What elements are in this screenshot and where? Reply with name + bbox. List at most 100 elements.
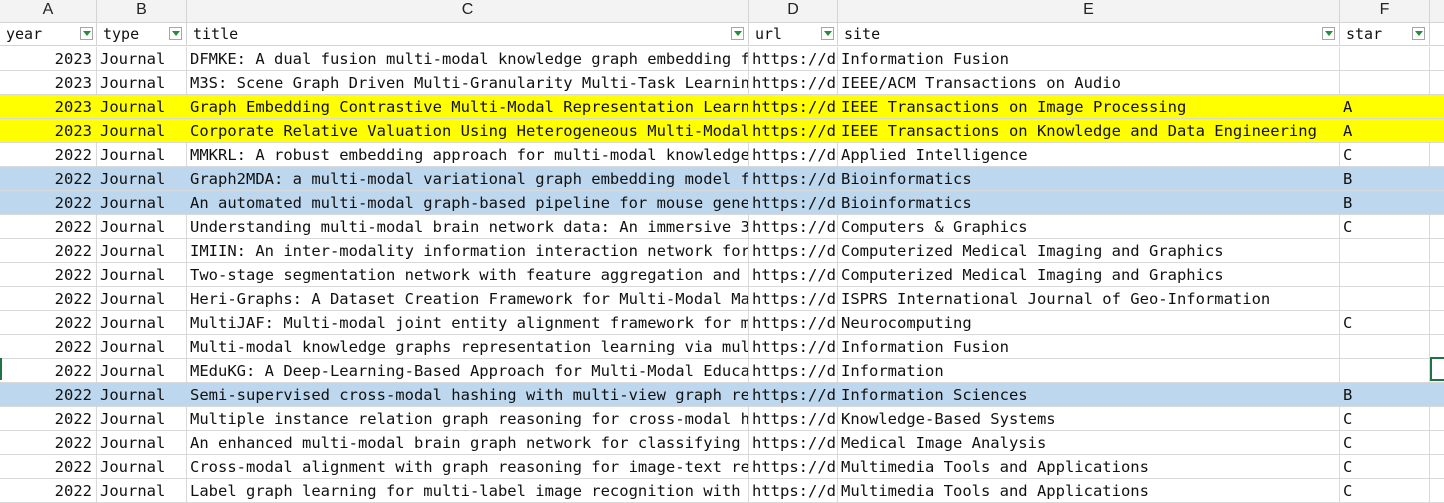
- cell-site[interactable]: Multimedia Tools and Applications: [838, 455, 1340, 478]
- cell-url[interactable]: https://db: [749, 191, 838, 214]
- cell-star[interactable]: B: [1340, 167, 1430, 190]
- cell-type[interactable]: Journal: [97, 167, 187, 190]
- column-letter-a[interactable]: A: [0, 0, 97, 22]
- header-cell-site[interactable]: site: [838, 23, 1340, 45]
- cell-type[interactable]: Journal: [97, 119, 187, 142]
- cell-site[interactable]: Information Sciences: [838, 383, 1340, 406]
- cell-title[interactable]: MEduKG: A Deep-Learning-Based Approach f…: [187, 359, 749, 382]
- cell-title[interactable]: Corporate Relative Valuation Using Heter…: [187, 119, 749, 142]
- cell-title[interactable]: MMKRL: A robust embedding approach for m…: [187, 143, 749, 166]
- cell-star[interactable]: A: [1340, 95, 1430, 118]
- cell-site[interactable]: Computerized Medical Imaging and Graphic…: [838, 263, 1340, 286]
- cell-site[interactable]: IEEE/ACM Transactions on Audio: [838, 71, 1340, 94]
- cell-site[interactable]: Computerized Medical Imaging and Graphic…: [838, 239, 1340, 262]
- cell-type[interactable]: Journal: [97, 335, 187, 358]
- cell-title[interactable]: M3S: Scene Graph Driven Multi-Granularit…: [187, 71, 749, 94]
- filter-dropdown-icon[interactable]: [1322, 27, 1335, 40]
- cell-year[interactable]: 2022: [0, 215, 97, 238]
- cell-type[interactable]: Journal: [97, 71, 187, 94]
- cell-type[interactable]: Journal: [97, 431, 187, 454]
- cell-site[interactable]: IEEE Transactions on Knowledge and Data …: [838, 119, 1340, 142]
- cell-year[interactable]: 2022: [0, 287, 97, 310]
- cell-url[interactable]: https://db: [749, 359, 838, 382]
- filter-dropdown-icon[interactable]: [80, 27, 93, 40]
- cell-star[interactable]: [1340, 287, 1430, 310]
- cell-type[interactable]: Journal: [97, 287, 187, 310]
- cell-year[interactable]: 2022: [0, 479, 97, 502]
- cell-site[interactable]: Bioinformatics: [838, 191, 1340, 214]
- cell-year[interactable]: 2022: [0, 143, 97, 166]
- header-cell-type[interactable]: type: [97, 23, 187, 45]
- cell-star[interactable]: C: [1340, 407, 1430, 430]
- filter-dropdown-icon[interactable]: [169, 27, 182, 40]
- cell-year[interactable]: 2022: [0, 263, 97, 286]
- cell-year[interactable]: 2022: [0, 167, 97, 190]
- cell-title[interactable]: An enhanced multi-modal brain graph netw…: [187, 431, 749, 454]
- cell-title[interactable]: An automated multi-modal graph-based pip…: [187, 191, 749, 214]
- cell-year[interactable]: 2022: [0, 311, 97, 334]
- cell-title[interactable]: IMIIN: An inter-modality information int…: [187, 239, 749, 262]
- cell-title[interactable]: Understanding multi-modal brain network …: [187, 215, 749, 238]
- cell-site[interactable]: Information: [838, 359, 1340, 382]
- cell-type[interactable]: Journal: [97, 263, 187, 286]
- cell-url[interactable]: https://db: [749, 479, 838, 502]
- cell-title[interactable]: Multi-modal knowledge graphs representat…: [187, 335, 749, 358]
- cell-type[interactable]: Journal: [97, 479, 187, 502]
- cell-title[interactable]: Two-stage segmentation network with feat…: [187, 263, 749, 286]
- cell-year[interactable]: 2022: [0, 407, 97, 430]
- cell-title[interactable]: DFMKE: A dual fusion multi-modal knowled…: [187, 47, 749, 70]
- cell-site[interactable]: Medical Image Analysis: [838, 431, 1340, 454]
- cell-url[interactable]: https://db: [749, 455, 838, 478]
- cell-year[interactable]: 2022: [0, 431, 97, 454]
- cell-site[interactable]: Neurocomputing: [838, 311, 1340, 334]
- cell-site[interactable]: Computers & Graphics: [838, 215, 1340, 238]
- cell-star[interactable]: C: [1340, 215, 1430, 238]
- cell-star[interactable]: C: [1340, 431, 1430, 454]
- cell-url[interactable]: https://db: [749, 239, 838, 262]
- cell-star[interactable]: C: [1340, 455, 1430, 478]
- column-letter-f[interactable]: F: [1340, 0, 1430, 22]
- cell-year[interactable]: 2023: [0, 71, 97, 94]
- cell-title[interactable]: MultiJAF: Multi-modal joint entity align…: [187, 311, 749, 334]
- cell-star[interactable]: C: [1340, 311, 1430, 334]
- cell-star[interactable]: [1340, 263, 1430, 286]
- cell-year[interactable]: 2022: [0, 239, 97, 262]
- cell-site[interactable]: IEEE Transactions on Image Processing: [838, 95, 1340, 118]
- cell-star[interactable]: [1340, 335, 1430, 358]
- cell-year[interactable]: 2023: [0, 95, 97, 118]
- cell-star[interactable]: [1340, 71, 1430, 94]
- cell-url[interactable]: https://db: [749, 407, 838, 430]
- cell-title[interactable]: Cross-modal alignment with graph reasoni…: [187, 455, 749, 478]
- cell-type[interactable]: Journal: [97, 311, 187, 334]
- cell-site[interactable]: Knowledge-Based Systems: [838, 407, 1340, 430]
- cell-url[interactable]: https://db: [749, 71, 838, 94]
- cell-year[interactable]: 2022: [0, 335, 97, 358]
- cell-type[interactable]: Journal: [97, 359, 187, 382]
- cell-url[interactable]: https://db: [749, 95, 838, 118]
- cell-star[interactable]: B: [1340, 383, 1430, 406]
- cell-title[interactable]: Graph2MDA: a multi-modal variational gra…: [187, 167, 749, 190]
- cell-site[interactable]: Information Fusion: [838, 335, 1340, 358]
- cell-url[interactable]: https://db: [749, 287, 838, 310]
- cell-type[interactable]: Journal: [97, 215, 187, 238]
- cell-year[interactable]: 2023: [0, 47, 97, 70]
- cell-site[interactable]: Multimedia Tools and Applications: [838, 479, 1340, 502]
- column-letter-d[interactable]: D: [749, 0, 838, 22]
- cell-title[interactable]: Semi-supervised cross-modal hashing with…: [187, 383, 749, 406]
- cell-star[interactable]: C: [1340, 143, 1430, 166]
- column-letter-e[interactable]: E: [838, 0, 1340, 22]
- cell-title[interactable]: Heri-Graphs: A Dataset Creation Framewor…: [187, 287, 749, 310]
- cell-year[interactable]: 2022: [0, 359, 97, 382]
- cell-url[interactable]: https://db: [749, 167, 838, 190]
- cell-title[interactable]: Multiple instance relation graph reasoni…: [187, 407, 749, 430]
- cell-type[interactable]: Journal: [97, 95, 187, 118]
- filter-dropdown-icon[interactable]: [731, 27, 744, 40]
- cell-star[interactable]: A: [1340, 119, 1430, 142]
- cell-title[interactable]: Graph Embedding Contrastive Multi-Modal …: [187, 95, 749, 118]
- column-letter-b[interactable]: B: [97, 0, 187, 22]
- cell-year[interactable]: 2022: [0, 383, 97, 406]
- filter-dropdown-icon[interactable]: [821, 27, 834, 40]
- cell-year[interactable]: 2022: [0, 191, 97, 214]
- cell-site[interactable]: ISPRS International Journal of Geo-Infor…: [838, 287, 1340, 310]
- cell-title[interactable]: Label graph learning for multi-label ima…: [187, 479, 749, 502]
